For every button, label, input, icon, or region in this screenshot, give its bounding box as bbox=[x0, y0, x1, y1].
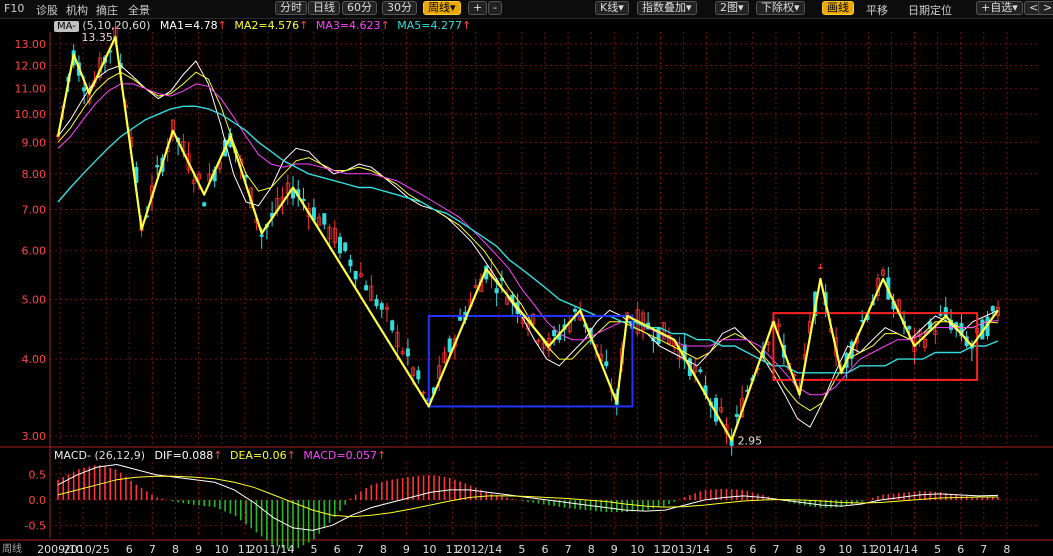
time-tick-label: 4 bbox=[703, 543, 710, 556]
candle-body bbox=[943, 307, 948, 317]
time-tick-label: 9 bbox=[403, 543, 410, 556]
time-tick-label: 5 bbox=[311, 543, 318, 556]
price-tick-label: 11.00 bbox=[15, 83, 47, 96]
price-tick-label: 10.00 bbox=[15, 108, 47, 121]
time-tick-label: 7 bbox=[772, 543, 779, 556]
time-tick-label: 7 bbox=[149, 543, 156, 556]
candle-body bbox=[416, 370, 421, 380]
high-price-label: 13.35 bbox=[81, 31, 113, 44]
time-tick-label: 10 bbox=[423, 543, 437, 556]
time-tick-label: 6 bbox=[542, 543, 549, 556]
price-tick-label: 3.00 bbox=[22, 430, 47, 443]
time-tick-label: 2011/1 bbox=[249, 543, 288, 556]
time-tick-label: 9 bbox=[611, 543, 618, 556]
period-footer-label: 周线 bbox=[2, 542, 22, 555]
time-tick-label: 9 bbox=[195, 543, 202, 556]
time-tick-label: 5 bbox=[726, 543, 733, 556]
price-tick-label: 12.00 bbox=[15, 59, 47, 72]
time-tick-label: 6 bbox=[126, 543, 133, 556]
time-tick-label: 8 bbox=[796, 543, 803, 556]
stock-chart[interactable]: 13.00 12.00 11.00 10.00 9.00 8.00 7.00 6.00 5.00… bbox=[0, 0, 1053, 556]
time-tick-label: 8 bbox=[1003, 543, 1010, 556]
macd-axis: 0.5 0.0 -0.5 bbox=[25, 469, 1040, 532]
candle-body bbox=[337, 236, 342, 254]
time-tick-label: 4 bbox=[495, 543, 502, 556]
price-axis: 13.00 12.00 11.00 10.00 9.00 8.00 7.00 6.00 5.00… bbox=[15, 38, 47, 443]
candle-body bbox=[374, 298, 379, 307]
time-tick-label: 9 bbox=[819, 543, 826, 556]
time-tick-label: 2013/1 bbox=[664, 543, 703, 556]
candle-body bbox=[364, 285, 369, 291]
candle-body bbox=[938, 313, 943, 316]
time-tick-label: 2014/1 bbox=[872, 543, 911, 556]
time-tick-label: 5 bbox=[103, 543, 110, 556]
candle-body bbox=[82, 87, 87, 92]
candle-body bbox=[301, 198, 306, 202]
time-tick-label: 10 bbox=[630, 543, 644, 556]
time-tick-label: 6 bbox=[957, 543, 964, 556]
time-tick-label: 5 bbox=[518, 543, 525, 556]
price-tick-label: 13.00 bbox=[15, 38, 47, 51]
time-tick-label: 7 bbox=[565, 543, 572, 556]
chart-grid bbox=[0, 32, 1053, 541]
low-price-label: 2.95 bbox=[738, 434, 763, 447]
candle-body bbox=[343, 242, 348, 252]
time-tick-label: 8 bbox=[380, 543, 387, 556]
candle-body bbox=[259, 234, 264, 237]
time-tick-label: 7 bbox=[357, 543, 364, 556]
candle-body bbox=[155, 165, 160, 168]
candle-body bbox=[990, 306, 995, 312]
time-tick-label: 10 bbox=[838, 543, 852, 556]
time-tick-label: 4 bbox=[287, 543, 294, 556]
price-tick-label: 5.00 bbox=[22, 293, 47, 306]
candle-body bbox=[604, 361, 609, 367]
price-tick-label: 7.00 bbox=[22, 203, 47, 216]
time-tick-label: 4 bbox=[911, 543, 918, 556]
candle-body bbox=[573, 308, 578, 312]
time-tick-label: 7 bbox=[980, 543, 987, 556]
time-tick-label: 10 bbox=[215, 543, 229, 556]
time-tick-label: 5 bbox=[934, 543, 941, 556]
candle-body bbox=[322, 213, 327, 225]
time-tick-label: 2010/2 bbox=[64, 543, 103, 556]
candle-body bbox=[447, 338, 452, 353]
candle-body bbox=[379, 303, 384, 310]
time-tick-label: 8 bbox=[172, 543, 179, 556]
candlesticks bbox=[56, 21, 1001, 456]
candle-body bbox=[405, 348, 410, 357]
candle-body bbox=[202, 202, 207, 207]
candle-body bbox=[494, 288, 499, 294]
macd-tick-label: 0.0 bbox=[29, 494, 47, 507]
macd-tick-label: 0.5 bbox=[29, 469, 47, 482]
candle-body bbox=[390, 320, 395, 331]
price-tick-label: 4.00 bbox=[22, 353, 47, 366]
candle-body bbox=[907, 326, 912, 330]
time-tick-label: 8 bbox=[588, 543, 595, 556]
macd-tick-label: -0.5 bbox=[25, 519, 46, 532]
candle-body bbox=[698, 369, 703, 372]
candle-body bbox=[348, 259, 353, 267]
time-tick-label: 6 bbox=[749, 543, 756, 556]
price-tick-label: 9.00 bbox=[22, 136, 47, 149]
time-tick-label: 2012/1 bbox=[456, 543, 495, 556]
price-tick-label: 8.00 bbox=[22, 168, 47, 181]
candle-body bbox=[734, 414, 739, 417]
price-tick-label: 6.00 bbox=[22, 245, 47, 258]
candle-body bbox=[353, 271, 358, 280]
time-axis: 2009/102010/2 5 6 7 8 9 10 112011/1 4 5 6 7 8 9 10 1120… bbox=[37, 543, 1010, 556]
time-tick-label: 6 bbox=[334, 543, 341, 556]
candle-body bbox=[552, 330, 557, 337]
